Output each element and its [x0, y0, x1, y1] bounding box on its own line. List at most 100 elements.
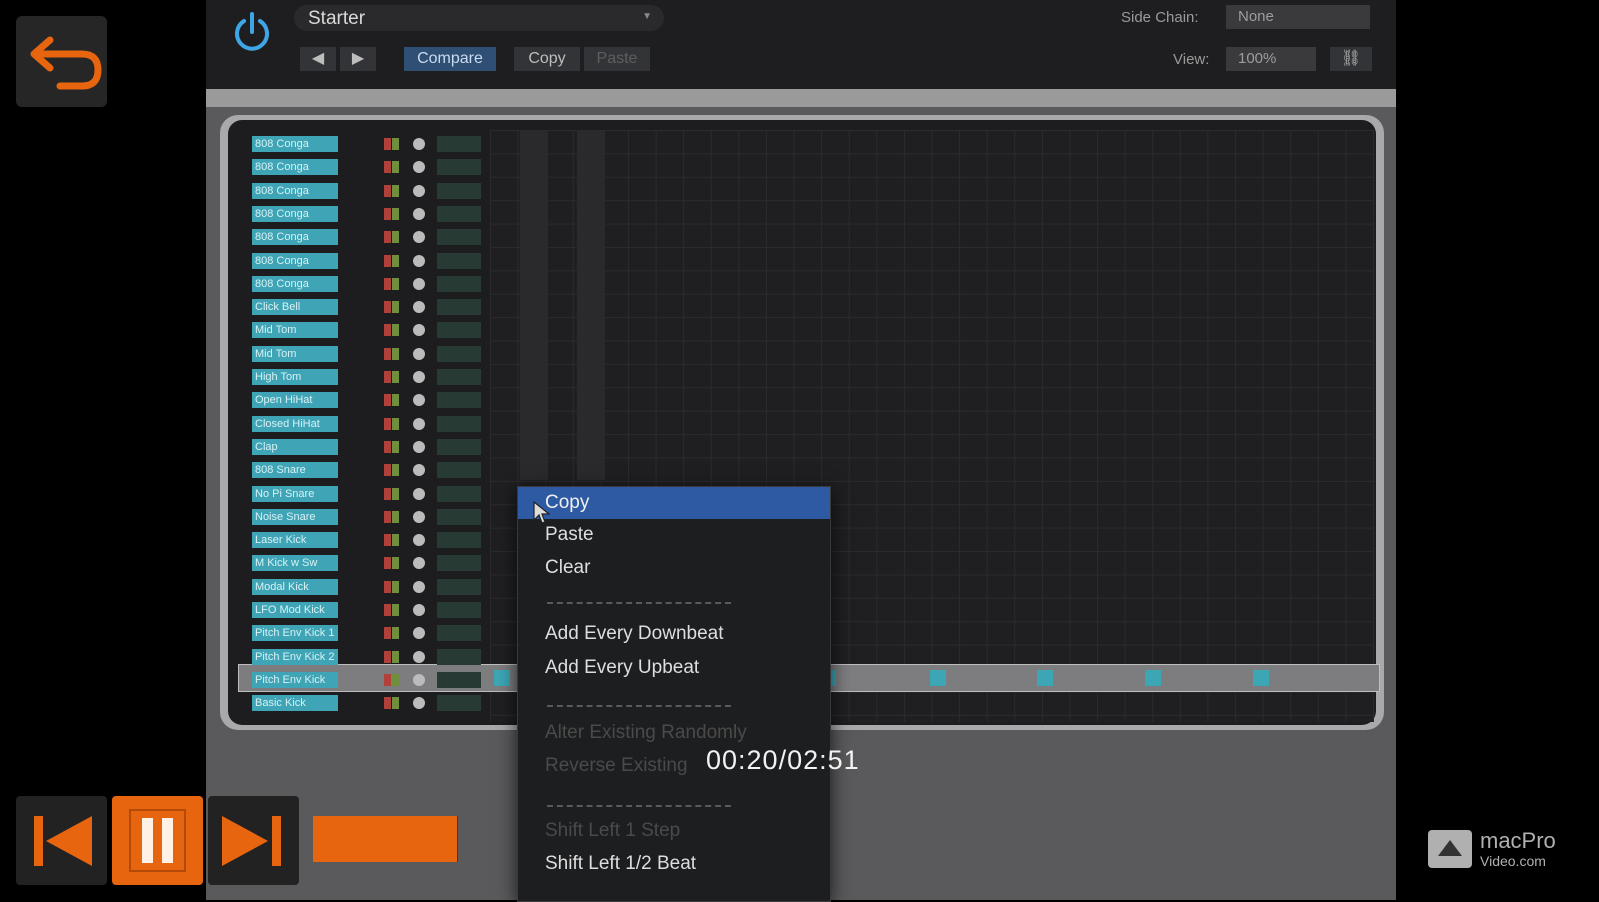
- mute-button[interactable]: [384, 650, 391, 663]
- track-row[interactable]: Pitch Env Kick 1: [232, 624, 490, 642]
- track-name[interactable]: 808 Conga: [252, 229, 338, 246]
- track-row[interactable]: No Pi Snare: [232, 485, 490, 503]
- track-row[interactable]: Modal Kick: [232, 578, 490, 596]
- pause-button[interactable]: [112, 796, 203, 885]
- solo-button[interactable]: [392, 161, 399, 174]
- mute-button[interactable]: [384, 254, 391, 267]
- solo-button[interactable]: [392, 324, 399, 337]
- track-name[interactable]: 808 Conga: [252, 205, 338, 222]
- mute-button[interactable]: [384, 697, 391, 710]
- volume-knob[interactable]: [413, 394, 425, 407]
- track-name[interactable]: Noise Snare: [252, 508, 338, 525]
- track-row[interactable]: Mid Tom: [232, 345, 490, 363]
- volume-knob[interactable]: [413, 254, 425, 267]
- volume-knob[interactable]: [413, 604, 425, 616]
- solo-button[interactable]: [392, 510, 399, 523]
- track-row[interactable]: M Kick w Sw: [232, 554, 490, 572]
- volume-knob[interactable]: [413, 324, 425, 337]
- track-value-field[interactable]: [437, 485, 481, 502]
- track-name[interactable]: 808 Conga: [252, 136, 338, 152]
- mute-button[interactable]: [384, 161, 391, 174]
- mute-button[interactable]: [384, 627, 391, 640]
- track-value-field[interactable]: [437, 136, 481, 152]
- track-name[interactable]: M Kick w Sw: [252, 555, 338, 572]
- preset-menu[interactable]: Starter ▼: [294, 5, 664, 31]
- mute-button[interactable]: [384, 301, 391, 314]
- copy-button[interactable]: Copy: [514, 47, 580, 71]
- track-value-field[interactable]: [437, 299, 481, 316]
- paste-button[interactable]: Paste: [584, 47, 650, 71]
- menu-item-copy[interactable]: Copy: [518, 487, 830, 519]
- track-value-field[interactable]: [437, 345, 481, 362]
- volume-knob[interactable]: [413, 487, 425, 500]
- track-name[interactable]: Mid Tom: [252, 345, 338, 362]
- solo-button[interactable]: [392, 627, 399, 640]
- track-value-field[interactable]: [437, 322, 481, 339]
- menu-item-shift-left-half-beat[interactable]: Shift Left 1/2 Beat: [518, 848, 830, 880]
- menu-item-add-every-upbeat[interactable]: Add Every Upbeat: [518, 652, 830, 684]
- volume-knob[interactable]: [413, 510, 425, 523]
- volume-knob[interactable]: [413, 277, 425, 290]
- mute-button[interactable]: [384, 347, 391, 360]
- track-value-field[interactable]: [437, 695, 481, 712]
- volume-knob[interactable]: [413, 184, 425, 197]
- menu-item-add-every-downbeat[interactable]: Add Every Downbeat: [518, 618, 830, 650]
- solo-button[interactable]: [392, 138, 399, 150]
- volume-knob[interactable]: [413, 138, 425, 150]
- active-step[interactable]: [1145, 670, 1161, 686]
- track-row[interactable]: LFO Mod Kick: [232, 601, 490, 619]
- track-row[interactable]: Click Bell: [232, 298, 490, 316]
- solo-button[interactable]: [392, 371, 399, 383]
- solo-button[interactable]: [392, 207, 399, 220]
- track-row[interactable]: 808 Conga: [232, 158, 490, 176]
- track-name[interactable]: Clap: [252, 438, 338, 455]
- track-value-field[interactable]: [437, 625, 481, 642]
- mute-button[interactable]: [384, 580, 391, 593]
- track-row[interactable]: Pitch Env Kick: [232, 671, 490, 689]
- track-row[interactable]: Pitch Env Kick 2: [232, 648, 490, 666]
- volume-knob[interactable]: [413, 417, 425, 430]
- mute-button[interactable]: [384, 417, 391, 430]
- track-name[interactable]: No Pi Snare: [252, 485, 338, 502]
- solo-button[interactable]: [392, 487, 399, 500]
- track-row[interactable]: Noise Snare: [232, 508, 490, 526]
- solo-button[interactable]: [392, 277, 399, 290]
- volume-knob[interactable]: [413, 161, 425, 174]
- previous-preset-button[interactable]: ◀: [300, 47, 336, 71]
- mute-button[interactable]: [384, 440, 391, 453]
- track-value-field[interactable]: [437, 532, 481, 549]
- track-value-field[interactable]: [437, 275, 481, 292]
- solo-button[interactable]: [392, 697, 399, 710]
- active-step[interactable]: [1253, 670, 1269, 686]
- solo-button[interactable]: [392, 254, 399, 267]
- track-name[interactable]: Closed HiHat: [252, 415, 338, 432]
- track-value-field[interactable]: [437, 182, 481, 199]
- track-value-field[interactable]: [437, 671, 481, 688]
- track-row[interactable]: 808 Conga: [232, 252, 490, 270]
- volume-knob[interactable]: [413, 231, 425, 244]
- track-value-field[interactable]: [437, 578, 481, 595]
- track-name[interactable]: Pitch Env Kick 1: [252, 625, 338, 642]
- mute-button[interactable]: [384, 604, 391, 616]
- skip-back-button[interactable]: [16, 796, 107, 885]
- track-row[interactable]: 808 Conga: [232, 205, 490, 223]
- solo-button[interactable]: [392, 673, 399, 686]
- mute-button[interactable]: [384, 487, 391, 500]
- side-chain-select[interactable]: None: [1226, 5, 1370, 29]
- mute-button[interactable]: [384, 371, 391, 383]
- mute-button[interactable]: [384, 324, 391, 337]
- volume-knob[interactable]: [413, 557, 425, 570]
- track-value-field[interactable]: [437, 205, 481, 222]
- volume-knob[interactable]: [413, 440, 425, 453]
- track-row[interactable]: Basic Kick: [232, 694, 490, 712]
- track-name[interactable]: 808 Conga: [252, 159, 338, 176]
- mute-button[interactable]: [384, 231, 391, 244]
- track-row[interactable]: Open HiHat: [232, 391, 490, 409]
- link-button[interactable]: ⛓: [1330, 47, 1372, 71]
- mute-button[interactable]: [384, 138, 391, 150]
- track-name[interactable]: 808 Conga: [252, 182, 338, 199]
- volume-knob[interactable]: [413, 371, 425, 383]
- menu-item-paste[interactable]: Paste: [518, 519, 830, 551]
- mute-button[interactable]: [384, 394, 391, 407]
- track-name[interactable]: High Tom: [252, 369, 338, 385]
